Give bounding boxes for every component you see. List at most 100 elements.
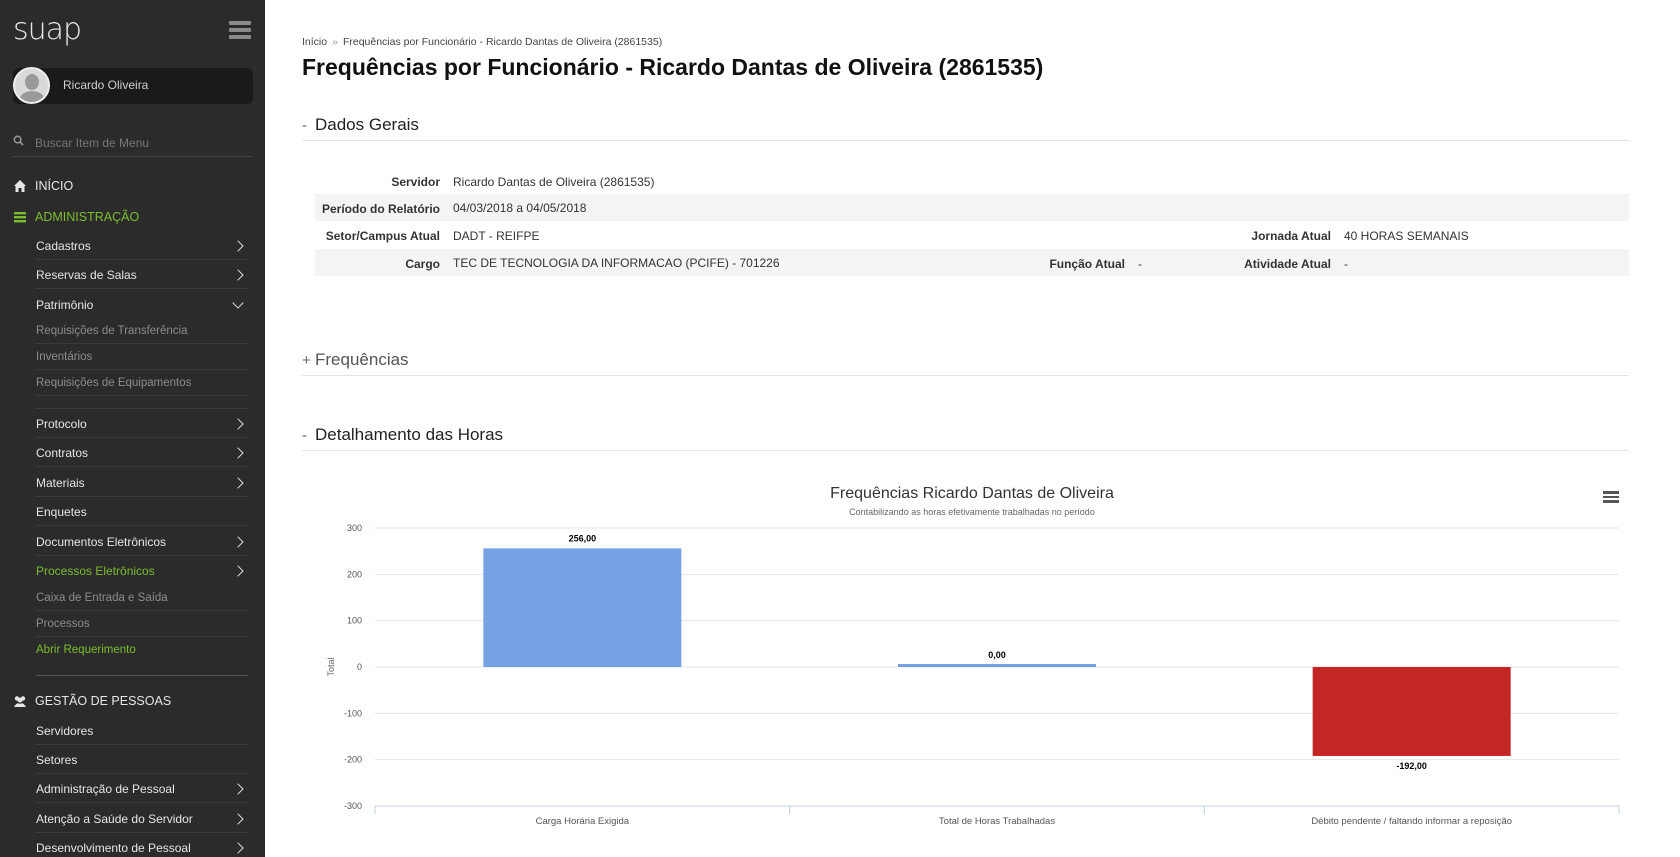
section-detalhamento: - Detalhamento das Horas	[302, 421, 1629, 451]
sidebar-item-label: Setores	[36, 752, 78, 767]
users-icon	[14, 696, 26, 707]
sidebar-item-reservas[interactable]: Reservas de Salas	[36, 261, 248, 289]
sidebar-item-label: Cadastros	[36, 238, 91, 253]
search-icon	[13, 135, 24, 146]
chevron-right-icon	[232, 476, 244, 489]
label-periodo: Período do Relatório	[321, 202, 440, 216]
sidebar-item-contratos[interactable]: Contratos	[36, 439, 248, 467]
breadcrumb-separator: »	[332, 36, 338, 48]
sidebar-subitem-label: Processos	[36, 618, 90, 630]
sidebar-item-label: Administração de Pessoal	[36, 781, 175, 796]
home-icon	[14, 180, 26, 192]
sidebar-item-label: Processos Eletrônicos	[36, 564, 155, 578]
list-icon	[14, 212, 26, 223]
sidebar-item-label: Enquetes	[36, 504, 87, 519]
chevron-right-icon	[232, 535, 244, 548]
bar-chart: Frequências Ricardo Dantas de Oliveira Co…	[326, 485, 1620, 827]
nav-inicio[interactable]: INÍCIO	[13, 176, 73, 196]
sidebar-item-label: Protocolo	[36, 416, 87, 431]
y-tick-label: 300	[347, 523, 362, 533]
section-title[interactable]: Frequências	[315, 350, 409, 370]
info-row-periodo: Período do Relatório 04/03/2018 a 04/05/…	[315, 194, 1629, 221]
user-box[interactable]: Ricardo Oliveira	[13, 67, 253, 104]
y-tick-label: -300	[344, 801, 362, 811]
collapse-toggle[interactable]: -	[302, 427, 307, 444]
sidebar-item-cadastros[interactable]: Cadastros	[36, 232, 248, 260]
section-frequencias: + Frequências	[302, 346, 1629, 376]
sidebar-item-servidores[interactable]: Servidores	[36, 717, 248, 745]
sidebar-subitem-caixa-entrada[interactable]: Caixa de Entrada e Saída	[36, 586, 248, 611]
sidebar-item-label: Reservas de Salas	[36, 267, 137, 282]
sidebar-item-label: Materiais	[36, 475, 85, 490]
label-servidor: Servidor	[391, 175, 440, 189]
value-jornada: 40 HORAS SEMANAIS	[1344, 229, 1469, 243]
y-tick-label: -200	[344, 755, 362, 765]
label-funcao: Função Atual	[1049, 257, 1125, 271]
bar	[1312, 667, 1511, 756]
nav-administracao[interactable]: ADMINISTRAÇÃO	[13, 207, 139, 227]
sidebar-item-processos-eletronicos[interactable]: Processos Eletrônicos	[36, 557, 248, 585]
chevron-down-icon	[232, 297, 244, 309]
user-name: Ricardo Oliveira	[63, 78, 149, 92]
divider	[36, 675, 248, 676]
x-tick-label: Total de Horas Trabalhadas	[939, 816, 1055, 827]
info-row-setor: Setor/Campus Atual DADT - REIFPE Jornada…	[315, 221, 1629, 248]
y-tick-label: -100	[344, 708, 362, 718]
data-label: 0,00	[988, 650, 1006, 660]
chevron-right-icon	[232, 268, 244, 281]
chevron-right-icon	[232, 417, 244, 430]
sidebar-subitem-label: Requisições de Transferência	[36, 325, 188, 337]
sidebar-item-patrimonio[interactable]: Patrimônio	[36, 291, 248, 319]
chevron-right-icon	[232, 446, 244, 459]
suap-logo[interactable]: suap	[13, 12, 82, 47]
sidebar-subitem-requisicoes-equipamentos[interactable]: Requisições de Equipamentos	[36, 371, 248, 396]
chevron-right-icon	[232, 239, 244, 252]
sidebar-item-desenvolvimento[interactable]: Desenvolvimento de Pessoal	[36, 834, 248, 857]
sidebar-item-label: Atenção a Saúde do Servidor	[36, 811, 193, 826]
section-dados-gerais: - Dados Gerais	[302, 111, 1629, 141]
sidebar-subitem-label: Inventários	[36, 351, 93, 363]
value-setor: DADT - REIFPE	[453, 229, 540, 243]
sidebar-item-adm-pessoal[interactable]: Administração de Pessoal	[36, 775, 248, 803]
search-input[interactable]	[35, 133, 250, 153]
sidebar-item-saude[interactable]: Atenção a Saúde do Servidor	[36, 805, 248, 833]
sidebar-subitem-abrir-requerimento[interactable]: Abrir Requerimento	[36, 637, 248, 662]
value-atividade: -	[1344, 257, 1348, 271]
menu-toggle-icon[interactable]	[229, 21, 251, 39]
nav-inicio-label: INÍCIO	[35, 179, 74, 193]
value-servidor: Ricardo Dantas de Oliveira (2861535)	[453, 175, 655, 189]
sidebar-item-label: Desenvolvimento de Pessoal	[36, 841, 191, 855]
sidebar-subitem-inventarios[interactable]: Inventários	[36, 345, 248, 370]
breadcrumb: Início » Frequências por Funcionário - Ric…	[302, 36, 662, 48]
nav-administracao-label: ADMINISTRAÇÃO	[35, 210, 140, 224]
value-periodo: 04/03/2018 a 04/05/2018	[453, 201, 587, 215]
expand-toggle[interactable]: +	[302, 352, 311, 369]
divider	[36, 408, 248, 409]
sidebar-item-enquetes[interactable]: Enquetes	[36, 498, 248, 526]
value-funcao: -	[1138, 257, 1142, 271]
sidebar: suap Ricardo Oliveira INÍCIO ADMINISTRAÇ…	[0, 0, 265, 857]
collapse-toggle[interactable]: -	[302, 117, 307, 134]
label-atividade: Atividade Atual	[1244, 257, 1331, 271]
chart-title: Frequências Ricardo Dantas de Oliveira	[830, 485, 1114, 502]
page-title: Frequências por Funcionário - Ricardo Da…	[302, 54, 1044, 80]
sidebar-item-documentos-eletronicos[interactable]: Documentos Eletrônicos	[36, 528, 248, 556]
sidebar-subitem-processos[interactable]: Processos	[36, 612, 248, 637]
breadcrumb-home-link[interactable]: Início	[302, 36, 327, 48]
sidebar-item-materiais[interactable]: Materiais	[36, 469, 248, 497]
sidebar-item-setores[interactable]: Setores	[36, 746, 248, 774]
x-tick-label: Débito pendente / faltando informar a re…	[1311, 816, 1512, 827]
section-title[interactable]: Detalhamento das Horas	[315, 425, 503, 445]
sidebar-item-label: Servidores	[36, 723, 94, 738]
data-label: 256,00	[569, 533, 597, 543]
y-axis-label: Total	[326, 657, 336, 676]
sidebar-subitem-requisicoes-transferencia[interactable]: Requisições de Transferência	[36, 319, 248, 344]
sidebar-item-protocolo[interactable]: Protocolo	[36, 410, 248, 438]
chevron-right-icon	[232, 782, 244, 795]
info-row-cargo: Cargo TEC DE TECNOLOGIA DA INFORMACAO (P…	[315, 249, 1629, 276]
sidebar-subitem-label: Caixa de Entrada e Saída	[36, 592, 168, 604]
value-cargo: TEC DE TECNOLOGIA DA INFORMACAO (PCIFE) …	[453, 256, 780, 270]
nav-gestao-pessoas[interactable]: GESTÃO DE PESSOAS	[13, 691, 171, 711]
section-title[interactable]: Dados Gerais	[315, 115, 419, 135]
sidebar-subitem-label: Abrir Requerimento	[36, 643, 136, 656]
